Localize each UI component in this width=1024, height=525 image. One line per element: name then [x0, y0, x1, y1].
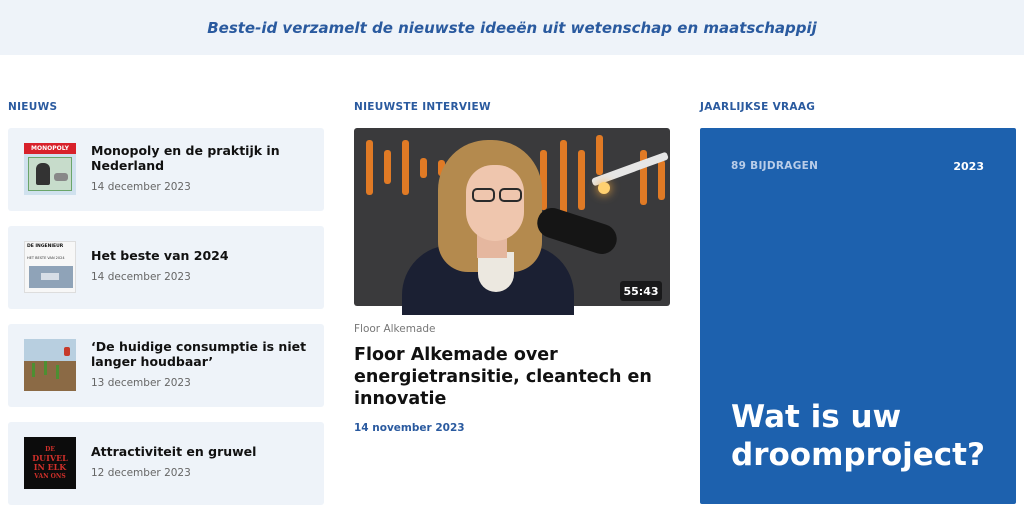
news-date: 14 december 2023: [91, 181, 191, 193]
news-title[interactable]: Monopoly en de praktijk in Nederland: [91, 143, 314, 173]
question-section-label: JAARLIJKSE VRAAG: [700, 101, 816, 113]
news-date: 12 december 2023: [91, 467, 191, 479]
thumbnail-logo-text: DE INGENIEUR: [27, 244, 64, 249]
news-item-monopoly[interactable]: MONOPOLY Monopoly en de praktijk in Nede…: [8, 128, 324, 211]
video-person-face: [466, 165, 524, 241]
question-year: 2023: [953, 160, 984, 173]
interview-section-label: NIEUWSTE INTERVIEW: [354, 101, 491, 113]
thumbnail-subtitle: HET BESTE VAN 2024: [27, 256, 65, 260]
news-title[interactable]: Attractiviteit en gruwel: [91, 444, 314, 459]
thumbnail-text-line: VAN ONS: [34, 473, 66, 480]
thumbnail-text-line: IN ELK: [33, 462, 67, 472]
contribution-count: 89 BIJDRAGEN: [731, 160, 819, 172]
news-title[interactable]: ‘De huidige consumptie is niet langer ho…: [91, 339, 314, 369]
news-date: 14 december 2023: [91, 271, 191, 283]
news-thumbnail: MONOPOLY: [24, 143, 76, 195]
news-thumbnail: DE INGENIEUR HET BESTE VAN 2024: [24, 241, 76, 293]
news-item-attractiviteit[interactable]: DE DUIVEL IN ELK VAN ONS Attractiviteit …: [8, 422, 324, 505]
news-thumbnail: [24, 339, 76, 391]
question-title: Wat is uw droomproject?: [731, 399, 985, 473]
banner-text: Beste-id verzamelt de nieuwste ideeën ui…: [207, 18, 817, 37]
interview-person: Floor Alkemade: [354, 323, 436, 335]
news-date: 13 december 2023: [91, 377, 191, 389]
news-title[interactable]: Het beste van 2024: [91, 248, 314, 263]
interview-date: 14 november 2023: [354, 422, 465, 434]
top-banner: Beste-id verzamelt de nieuwste ideeën ui…: [0, 0, 1024, 55]
news-section-label: NIEUWS: [8, 101, 58, 113]
news-item-beste-2024[interactable]: DE INGENIEUR HET BESTE VAN 2024 Het best…: [8, 226, 324, 309]
news-thumbnail: DE DUIVEL IN ELK VAN ONS: [24, 437, 76, 489]
news-item-consumptie[interactable]: ‘De huidige consumptie is niet langer ho…: [8, 324, 324, 407]
annual-question-card[interactable]: 89 BIJDRAGEN 2023 Wat is uw droomproject…: [700, 128, 1016, 504]
thumbnail-logo-text: MONOPOLY: [31, 145, 69, 152]
video-person-glasses: [472, 188, 526, 202]
video-duration-badge: 55:43: [620, 281, 662, 301]
interview-title[interactable]: Floor Alkemade over energietransitie, cl…: [354, 344, 654, 410]
